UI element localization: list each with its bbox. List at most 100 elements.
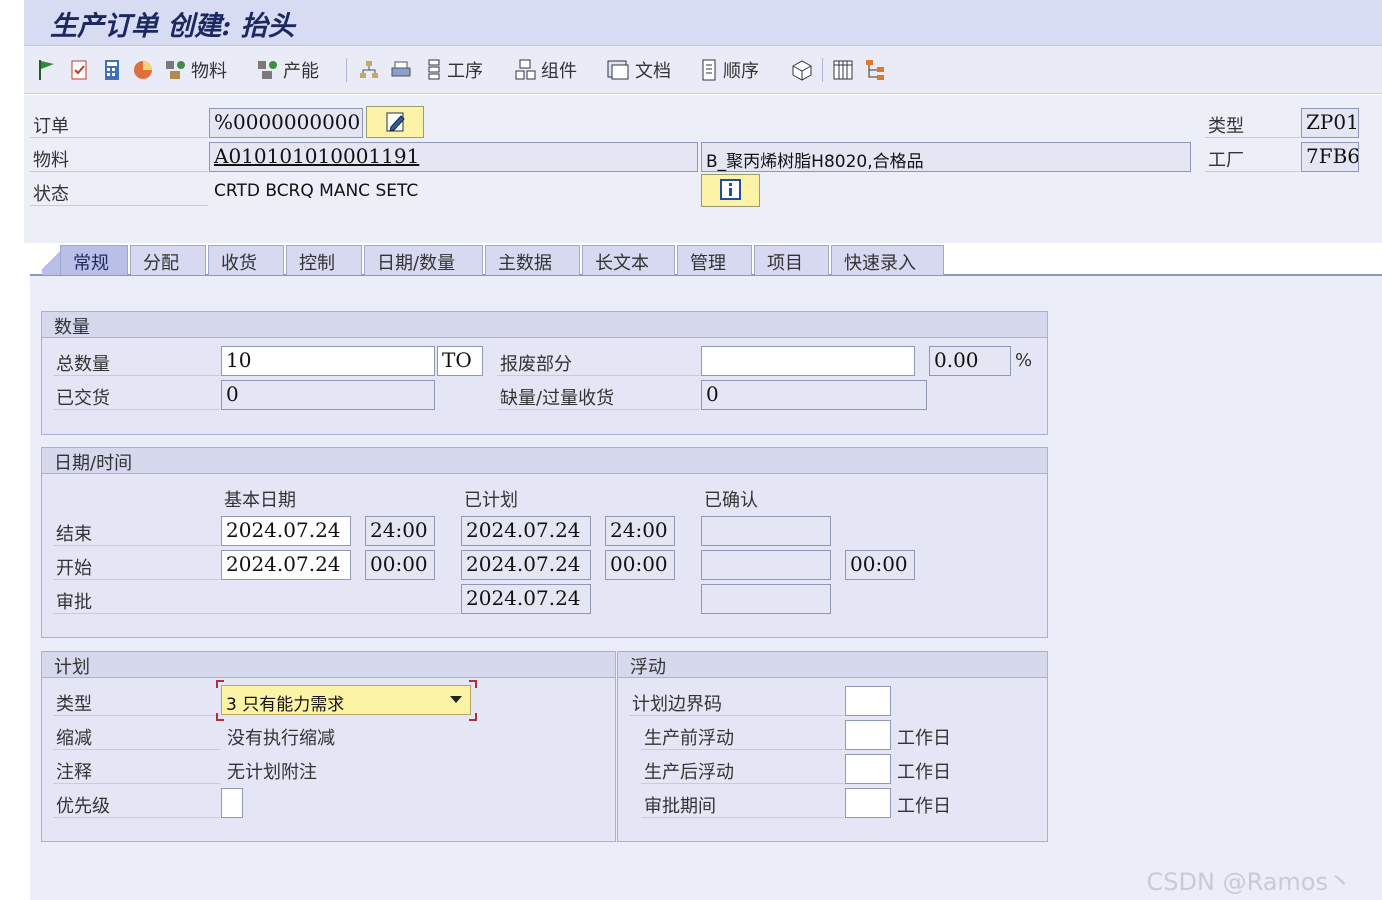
divider (30, 171, 208, 172)
divider (53, 613, 460, 614)
dropdown-arrow-icon[interactable] (450, 696, 462, 703)
end-basic-time-field: 24:00 (365, 516, 435, 546)
focus-corner (216, 680, 224, 688)
operations-button-label: 工序 (447, 61, 483, 82)
reduction-label: 缩减 (56, 728, 92, 749)
tab-quick-entry[interactable]: 快速录入 (831, 245, 944, 275)
components-button[interactable]: 组件 (514, 56, 577, 84)
divider (1205, 137, 1300, 138)
divider (629, 715, 844, 716)
material-description-field: B_聚丙烯树脂H8020,合格品 (701, 142, 1191, 172)
note-value: 无计划附注 (227, 762, 317, 783)
print-icon[interactable] (390, 56, 414, 84)
release-period-unit: 工作日 (897, 796, 951, 817)
start-basic-time-field: 00:00 (365, 550, 435, 580)
end-basic-date-input[interactable]: 2024.07.24 (221, 516, 351, 546)
scheduled-header: 已计划 (464, 490, 518, 511)
float-after-unit: 工作日 (897, 762, 951, 783)
divider (641, 749, 844, 750)
divider (30, 205, 208, 206)
order-number-field: %00000000001 (209, 108, 363, 138)
order-label: 订单 (33, 116, 69, 137)
material-button[interactable]: 物料 (164, 56, 227, 84)
focus-corner (216, 713, 224, 721)
scheduling-type-dropdown[interactable]: 3 只有能力需求 (221, 685, 471, 715)
divider (53, 749, 220, 750)
tab-control[interactable]: 控制 (286, 245, 362, 275)
scheduling-type-value: 3 只有能力需求 (226, 695, 345, 715)
tab-strip-edge (42, 245, 62, 275)
operations-button[interactable]: 工序 (426, 56, 483, 84)
priority-label: 优先级 (56, 796, 110, 817)
tab-assignment[interactable]: 分配 (130, 245, 206, 275)
order-type-label: 类型 (1208, 116, 1244, 137)
start-basic-date-input[interactable]: 2024.07.24 (221, 550, 351, 580)
confirmed-header: 已确认 (704, 490, 758, 511)
release-period-label: 审批期间 (644, 796, 716, 817)
basic-dates-header: 基本日期 (224, 490, 296, 511)
start-confirmed-time-field: 00:00 (845, 550, 915, 580)
sequences-button[interactable]: 顺序 (700, 56, 759, 84)
start-confirmed-date-field (701, 550, 831, 580)
status-value: CRTD BCRQ MANC SETC (214, 181, 419, 201)
tab-general[interactable]: 常规 (60, 245, 128, 275)
divider (53, 817, 220, 818)
columns-icon[interactable] (832, 56, 854, 84)
tab-items[interactable]: 项目 (754, 245, 829, 275)
release-label: 审批 (56, 592, 92, 613)
divider (30, 137, 208, 138)
quantity-group-title: 数量 (42, 312, 1047, 338)
note-label: 注释 (56, 762, 92, 783)
material-label: 物料 (33, 150, 69, 171)
divider (53, 375, 220, 376)
total-quantity-input[interactable]: 10 (221, 346, 435, 376)
floats-group-title: 浮动 (618, 652, 1047, 678)
toolbar-separator (346, 58, 347, 82)
shortage-label: 缺量/过量收货 (500, 388, 615, 409)
scrap-percent-field: 0.00 (929, 346, 1011, 376)
release-period-input[interactable] (845, 788, 891, 818)
focus-corner (469, 680, 477, 688)
start-scheduled-time-field: 00:00 (605, 550, 675, 580)
delivered-field: 0 (221, 380, 435, 410)
edit-order-button[interactable] (366, 106, 424, 138)
flag-icon[interactable] (36, 56, 58, 84)
margin-key-input[interactable] (845, 686, 891, 716)
float-after-label: 生产后浮动 (644, 762, 734, 783)
toolbar-separator (822, 58, 823, 82)
watermark: CSDN @Ramos丶 (1146, 868, 1352, 896)
capacity-button-label: 产能 (283, 61, 319, 82)
costing-icon[interactable] (132, 56, 154, 84)
divider (53, 409, 220, 410)
priority-input[interactable] (221, 788, 243, 818)
calculator-icon[interactable] (101, 56, 123, 84)
margin-key-label: 计划边界码 (632, 694, 722, 715)
float-before-input[interactable] (845, 720, 891, 750)
status-info-button[interactable] (701, 174, 760, 207)
tab-administration[interactable]: 管理 (677, 245, 752, 275)
capacity-button[interactable]: 产能 (256, 56, 319, 84)
order-type-field: ZP01 (1301, 108, 1359, 138)
documents-button-label: 文档 (635, 61, 671, 82)
delivered-label: 已交货 (56, 388, 110, 409)
reduction-value: 没有执行缩减 (227, 728, 335, 749)
unit-input[interactable]: TO (437, 346, 483, 376)
plant-label: 工厂 (1208, 150, 1244, 171)
documents-button[interactable]: 文档 (606, 56, 671, 84)
tab-master-data[interactable]: 主数据 (485, 245, 580, 275)
float-after-input[interactable] (845, 754, 891, 784)
focus-corner (469, 713, 477, 721)
material-number-field[interactable]: A010101010001191 (209, 142, 698, 172)
structure-icon[interactable] (864, 56, 888, 84)
components-button-label: 组件 (541, 61, 577, 82)
edit-pencil-icon (386, 112, 405, 132)
end-scheduled-date-field: 2024.07.24 (461, 516, 591, 546)
check-document-icon[interactable] (68, 56, 90, 84)
package-icon[interactable] (790, 56, 814, 84)
tab-dates-quantities[interactable]: 日期/数量 (364, 245, 483, 275)
scrap-quantity-input[interactable] (701, 346, 915, 376)
hierarchy-icon[interactable] (358, 56, 380, 84)
tab-goods-receipt[interactable]: 收货 (208, 245, 284, 275)
tab-long-text[interactable]: 长文本 (582, 245, 675, 275)
float-before-label: 生产前浮动 (644, 728, 734, 749)
